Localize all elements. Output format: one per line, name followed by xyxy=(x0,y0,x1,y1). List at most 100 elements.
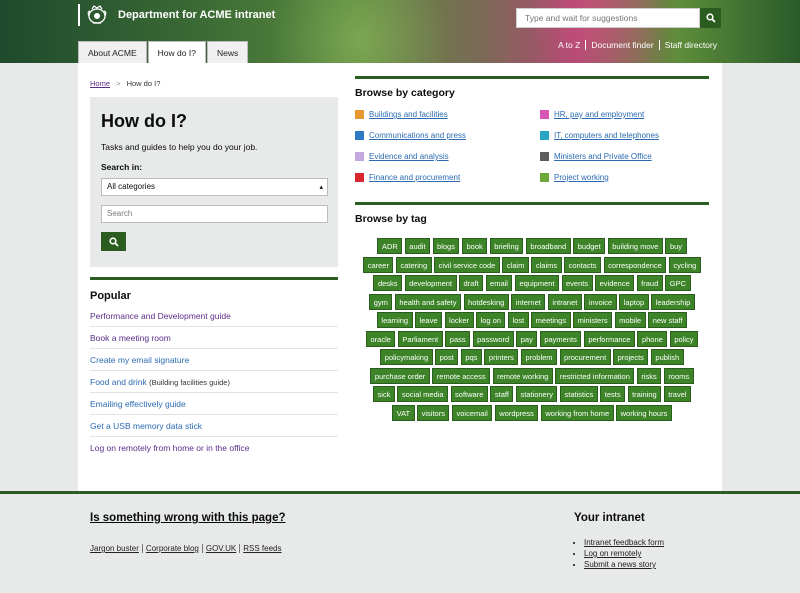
footer-link-jargon-buster[interactable]: Jargon buster xyxy=(90,544,142,553)
category-link[interactable]: Communications and press xyxy=(369,131,466,140)
tag-link[interactable]: evidence xyxy=(595,275,635,291)
tag-link[interactable]: locker xyxy=(444,312,474,328)
tag-link[interactable]: audit xyxy=(404,238,431,254)
tag-link[interactable]: catering xyxy=(395,256,432,273)
tag-link[interactable]: correspondence xyxy=(603,256,667,273)
tab-how-do-i[interactable]: How do I? xyxy=(147,41,206,63)
popular-link[interactable]: Get a USB memory data stick xyxy=(90,421,202,431)
tag-link[interactable]: printers xyxy=(484,349,519,365)
tag-link[interactable]: working from home xyxy=(540,404,614,421)
tag-link[interactable]: log on xyxy=(476,312,506,328)
tag-link[interactable]: invoice xyxy=(584,293,617,310)
tag-link[interactable]: career xyxy=(363,256,394,273)
tag-link[interactable]: sick xyxy=(372,386,395,402)
tag-link[interactable]: GPC xyxy=(665,275,691,291)
submit-news-link[interactable]: Submit a news story xyxy=(584,560,656,569)
site-search-input[interactable] xyxy=(516,8,700,28)
a-to-z-link[interactable]: A to Z xyxy=(553,40,585,50)
tag-link[interactable]: tests xyxy=(600,386,626,402)
tag-link[interactable]: VAT xyxy=(392,404,415,421)
tag-link[interactable]: travel xyxy=(663,386,692,402)
tag-link[interactable]: rooms xyxy=(663,367,694,384)
tag-link[interactable]: post xyxy=(435,349,459,365)
tag-link[interactable]: payments xyxy=(539,330,582,347)
panel-search-input[interactable]: Search xyxy=(101,205,328,223)
tag-link[interactable]: gym xyxy=(369,293,393,310)
tag-link[interactable]: pass xyxy=(445,330,471,347)
popular-link[interactable]: Log on remotely from home or in the offi… xyxy=(90,443,250,453)
tag-link[interactable]: civil service code xyxy=(434,256,500,273)
tag-link[interactable]: learning xyxy=(376,312,413,328)
tag-link[interactable]: training xyxy=(627,386,662,402)
tag-link[interactable]: Parliament xyxy=(397,330,443,347)
category-link[interactable]: HR, pay and employment xyxy=(554,110,644,119)
tag-link[interactable]: procurement xyxy=(559,349,611,365)
tag-link[interactable]: claims xyxy=(531,256,562,273)
tag-link[interactable]: remote working xyxy=(492,367,553,384)
tag-link[interactable]: voicemail xyxy=(451,404,493,421)
tag-link[interactable]: lost xyxy=(507,312,529,328)
tag-link[interactable]: software xyxy=(450,386,488,402)
popular-link[interactable]: Performance and Development guide xyxy=(90,311,231,321)
tag-link[interactable]: policy xyxy=(669,330,699,347)
category-link[interactable]: Finance and procurement xyxy=(369,173,460,182)
tag-link[interactable]: equipment xyxy=(514,275,559,291)
site-search-button[interactable] xyxy=(700,8,721,28)
tag-link[interactable]: development xyxy=(404,275,457,291)
brand[interactable]: Department for ACME intranet xyxy=(78,4,275,26)
tag-link[interactable]: leave xyxy=(415,312,443,328)
footer-link-rss-feeds[interactable]: RSS feeds xyxy=(239,544,284,553)
tag-link[interactable]: remote access xyxy=(432,367,491,384)
feedback-question-link[interactable]: Is something wrong with this page? xyxy=(90,512,286,524)
tag-link[interactable]: contacts xyxy=(564,256,602,273)
category-link[interactable]: IT, computers and telephones xyxy=(554,131,659,140)
tag-link[interactable]: health and safety xyxy=(394,293,462,310)
tag-link[interactable]: briefing xyxy=(489,238,524,254)
tag-link[interactable]: laptop xyxy=(619,293,649,310)
tag-link[interactable]: policymaking xyxy=(380,349,433,365)
tag-link[interactable]: building move xyxy=(607,238,663,254)
tag-link[interactable]: ministers xyxy=(573,312,613,328)
category-select[interactable]: All categories ▴ xyxy=(101,178,328,196)
tag-link[interactable]: restricted information xyxy=(555,367,635,384)
tag-link[interactable]: pqs xyxy=(460,349,482,365)
tag-link[interactable]: meetings xyxy=(531,312,571,328)
tag-link[interactable]: statistics xyxy=(559,386,598,402)
tag-link[interactable]: visitors xyxy=(417,404,450,421)
tag-link[interactable]: broadband xyxy=(525,238,571,254)
staff-directory-link[interactable]: Staff directory xyxy=(658,40,722,50)
tag-link[interactable]: purchase order xyxy=(370,367,430,384)
tag-link[interactable]: ADR xyxy=(377,238,403,254)
tag-link[interactable]: stationery xyxy=(515,386,558,402)
category-link[interactable]: Buildings and facilities xyxy=(369,110,448,119)
category-link[interactable]: Project working xyxy=(554,173,609,182)
tag-link[interactable]: cycling xyxy=(668,256,701,273)
tag-link[interactable]: internet xyxy=(511,293,546,310)
tag-link[interactable]: projects xyxy=(613,349,649,365)
document-finder-link[interactable]: Document finder xyxy=(585,40,658,50)
footer-link-govuk[interactable]: GOV.UK xyxy=(201,544,239,553)
tag-link[interactable]: claim xyxy=(502,256,529,273)
tag-link[interactable]: mobile xyxy=(614,312,646,328)
tag-link[interactable]: publish xyxy=(650,349,684,365)
footer-link-corporate-blog[interactable]: Corporate blog xyxy=(141,544,202,553)
tag-link[interactable]: blogs xyxy=(432,238,460,254)
breadcrumb-home[interactable]: Home xyxy=(90,79,110,88)
popular-link[interactable]: Emailing effectively guide xyxy=(90,399,186,409)
tag-link[interactable]: buy xyxy=(665,238,687,254)
category-link[interactable]: Ministers and Private Office xyxy=(554,152,652,161)
tag-link[interactable]: leadership xyxy=(651,293,695,310)
tag-link[interactable]: oracle xyxy=(365,330,396,347)
tag-link[interactable]: working hours xyxy=(616,404,672,421)
popular-link[interactable]: Create my email signature xyxy=(90,355,189,365)
tag-link[interactable]: desks xyxy=(373,275,403,291)
popular-link[interactable]: Book a meeting room xyxy=(90,333,171,343)
tag-link[interactable]: email xyxy=(485,275,513,291)
tab-news[interactable]: News xyxy=(206,41,249,63)
log-on-remotely-link[interactable]: Log on remotely xyxy=(584,549,641,558)
popular-link[interactable]: Food and drink xyxy=(90,377,147,387)
tag-link[interactable]: performance xyxy=(583,330,635,347)
tag-link[interactable]: book xyxy=(461,238,488,254)
tag-link[interactable]: problem xyxy=(520,349,558,365)
tag-link[interactable]: budget xyxy=(573,238,606,254)
